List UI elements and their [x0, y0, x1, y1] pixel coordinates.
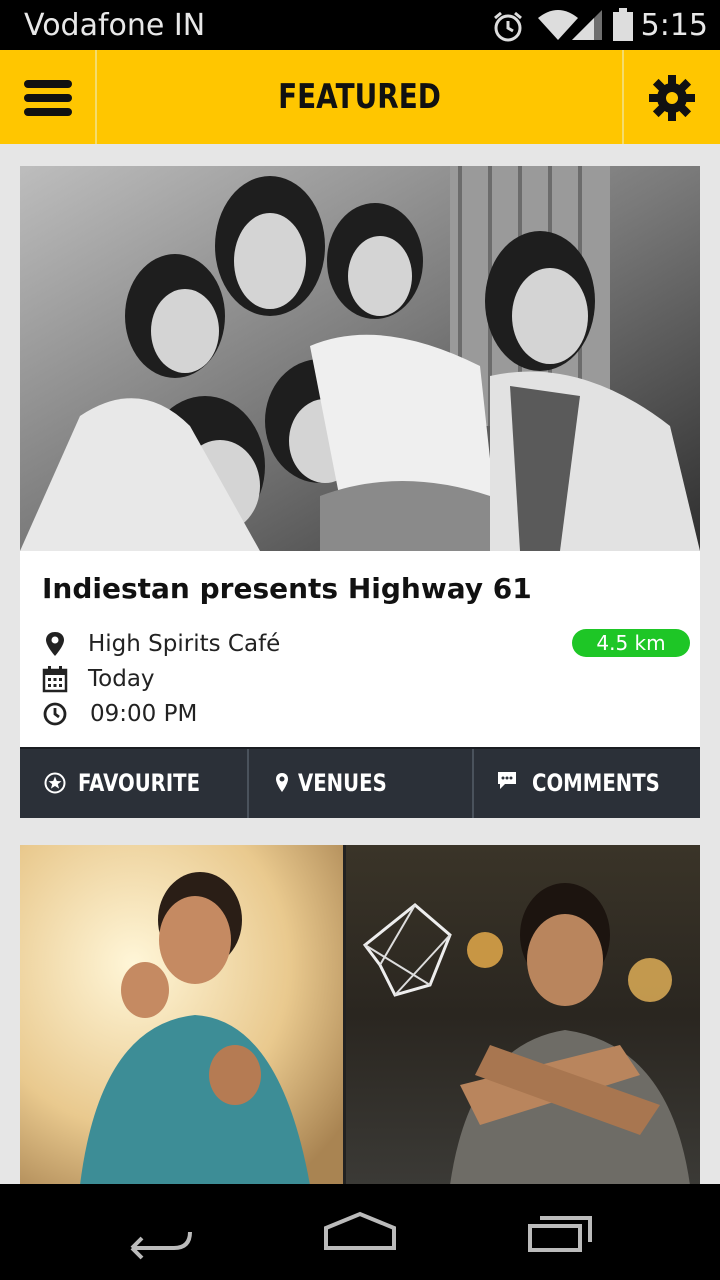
- page-title: FEATURED: [278, 77, 441, 117]
- back-button[interactable]: [110, 1202, 210, 1262]
- recent-apps-button[interactable]: [510, 1202, 610, 1262]
- settings-button[interactable]: [622, 50, 720, 144]
- hamburger-menu-icon: [24, 80, 72, 116]
- event-date: Today: [88, 666, 155, 692]
- event-time: 09:00 PM: [90, 701, 198, 727]
- event-card[interactable]: [20, 845, 700, 1185]
- menu-button[interactable]: [0, 50, 97, 144]
- gear-icon: [649, 75, 695, 121]
- chat-bubble-icon: [498, 772, 516, 789]
- event-title: Indiestan presents Highway 61: [42, 572, 532, 605]
- status-bar: Vodafone IN 5:15: [0, 0, 720, 50]
- venues-button[interactable]: VENUES: [249, 749, 472, 818]
- calendar-icon: [42, 666, 68, 693]
- navigation-bar: [0, 1184, 720, 1280]
- signal-icon: [572, 10, 602, 40]
- location-pin-icon: [276, 773, 288, 792]
- comments-label: COMMENTS: [532, 769, 660, 797]
- venue-name: High Spirits Café: [88, 631, 281, 657]
- comments-button[interactable]: COMMENTS: [474, 749, 700, 818]
- clock-icon: [43, 702, 67, 726]
- action-bar: FAVOURITE VENUES COMMENTS: [20, 747, 700, 818]
- home-icon: [324, 1211, 396, 1250]
- clock: 5:15: [640, 8, 708, 43]
- app-bar: FEATURED: [0, 50, 720, 144]
- event-card[interactable]: Indiestan presents Highway 61 High Spiri…: [20, 166, 700, 818]
- recent-apps-icon: [528, 1216, 592, 1252]
- event-photo[interactable]: [20, 166, 700, 551]
- venues-label: VENUES: [298, 769, 387, 797]
- alarm-icon: [494, 11, 522, 42]
- battery-icon: [613, 8, 633, 41]
- distance-badge: 4.5 km: [572, 629, 690, 657]
- location-pin-icon: [46, 632, 64, 656]
- back-icon: [130, 1231, 192, 1260]
- favourite-label: FAVOURITE: [78, 769, 201, 797]
- favourite-button[interactable]: FAVOURITE: [20, 749, 247, 818]
- star-badge-icon: [44, 772, 66, 794]
- carrier-name: Vodafone IN: [24, 8, 206, 43]
- event-photo[interactable]: [20, 845, 700, 1185]
- home-button[interactable]: [310, 1202, 410, 1262]
